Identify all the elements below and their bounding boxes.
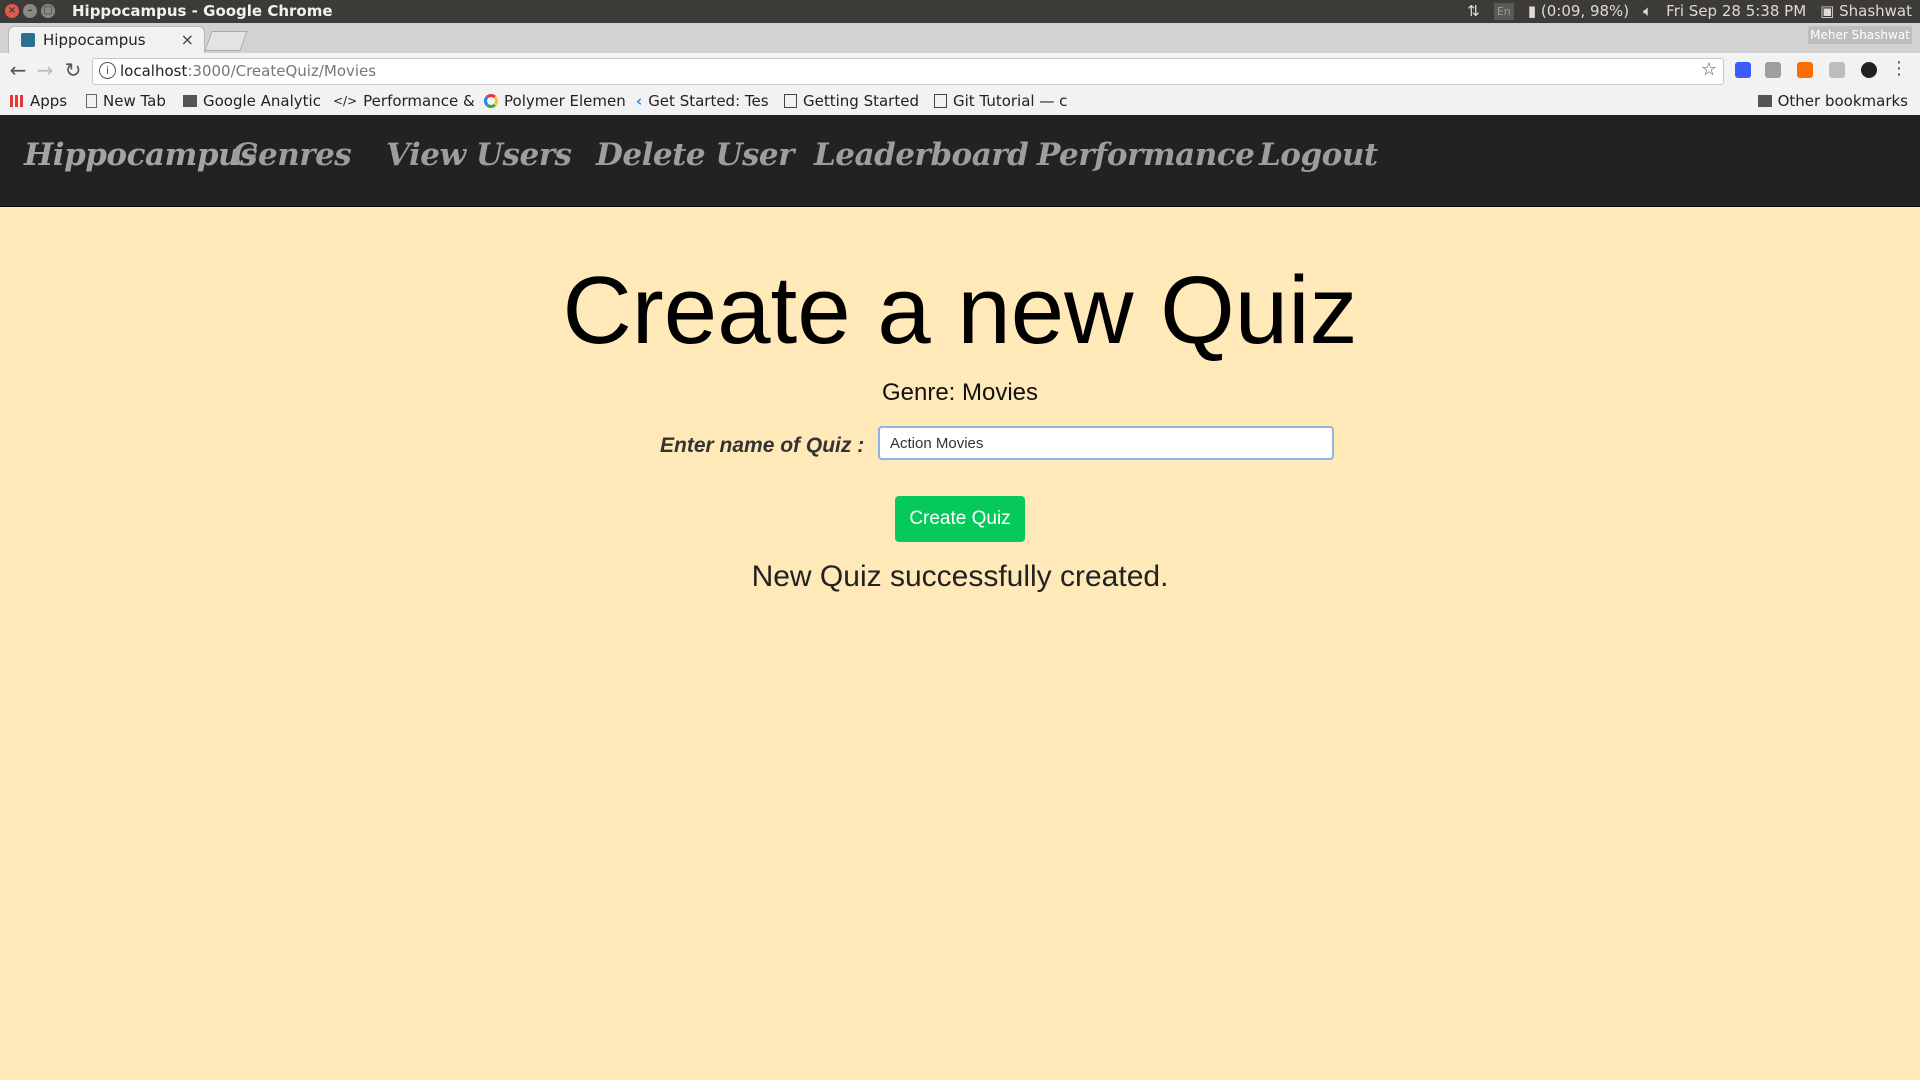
bookmark-label: New Tab bbox=[103, 92, 166, 110]
window-controls: × – □ bbox=[5, 4, 55, 18]
nav-genres[interactable]: Genres bbox=[232, 137, 352, 173]
url-host: localhost bbox=[120, 62, 188, 80]
nav-leaderboard[interactable]: Leaderboard bbox=[814, 137, 1029, 173]
bookmark-apps[interactable]: Apps bbox=[10, 92, 67, 110]
bookmark-label: Polymer Elemen bbox=[504, 92, 626, 110]
browser-toolbar: ← → ↻ i localhost:3000/CreateQuiz/Movies… bbox=[0, 53, 1920, 88]
volume-icon[interactable]: 🔈︎ bbox=[1643, 2, 1652, 20]
nav-brand-hippocampus[interactable]: Hippocampus bbox=[24, 137, 258, 173]
extension-metrics-icon[interactable] bbox=[1797, 62, 1813, 78]
tab-hippocampus[interactable]: Hippocampus × bbox=[8, 26, 205, 54]
code-icon: </> bbox=[333, 94, 358, 108]
user-name: Shashwat bbox=[1839, 2, 1912, 20]
bookmark-git-tutorial[interactable]: Git Tutorial — c bbox=[934, 92, 1067, 110]
folder-icon bbox=[1757, 95, 1772, 107]
network-icon[interactable]: ⇅ bbox=[1467, 2, 1480, 20]
chrome-menu-icon[interactable]: ⋮ bbox=[1890, 58, 1908, 79]
document-icon bbox=[934, 94, 947, 108]
bookmark-label: Git Tutorial — c bbox=[953, 92, 1068, 110]
bookmark-getting-started[interactable]: Getting Started bbox=[784, 92, 919, 110]
quiz-name-label: Enter name of Quiz : bbox=[660, 434, 865, 457]
info-icon[interactable]: i bbox=[99, 62, 116, 79]
bookmark-label: Get Started: Tes bbox=[648, 92, 769, 110]
tab-close-icon[interactable]: × bbox=[181, 30, 194, 49]
bookmark-label: Apps bbox=[30, 92, 68, 110]
quiz-name-input[interactable] bbox=[878, 426, 1334, 460]
site-favicon-icon bbox=[21, 33, 35, 47]
nav-delete-user[interactable]: Delete User bbox=[596, 137, 794, 173]
bookmark-label: Performance & bbox=[363, 92, 475, 110]
bookmark-label: Other bookmarks bbox=[1777, 92, 1908, 110]
bookmark-get-started[interactable]: ‹ Get Started: Tes bbox=[636, 92, 769, 110]
window-title: Hippocampus - Google Chrome bbox=[72, 2, 333, 20]
back-arrow-icon[interactable]: ← bbox=[6, 58, 30, 82]
bookmark-new-tab[interactable]: New Tab bbox=[86, 92, 166, 110]
page-title: Create a new Quiz bbox=[562, 257, 1358, 364]
os-top-bar: × – □ Hippocampus - Google Chrome ⇅ En ▮… bbox=[0, 0, 1920, 23]
bookmark-performance[interactable]: </> Performance & bbox=[333, 92, 475, 110]
extension-translate-icon[interactable] bbox=[1735, 62, 1751, 78]
profile-button[interactable]: Meher Shashwat bbox=[1808, 26, 1912, 44]
bookmark-label: Google Analytic bbox=[203, 92, 321, 110]
battery-status: (0:09, 98%) bbox=[1540, 2, 1630, 20]
success-message: New Quiz successfully created. bbox=[751, 560, 1169, 593]
bookmark-label: Getting Started bbox=[803, 92, 919, 110]
bookmark-star-icon[interactable]: ☆ bbox=[1701, 59, 1717, 80]
genre-label: Genre: Movies bbox=[881, 379, 1039, 406]
bookmarks-bar: Apps New Tab Google Analytic </> Perform… bbox=[0, 88, 1920, 116]
reload-icon[interactable]: ↻ bbox=[61, 58, 85, 82]
bookmark-other[interactable]: Other bookmarks bbox=[1757, 92, 1908, 110]
user-menu[interactable]: ▣ Shashwat bbox=[1820, 2, 1912, 20]
new-tab-button[interactable] bbox=[204, 31, 248, 51]
nav-view-users[interactable]: View Users bbox=[386, 137, 572, 173]
flutter-icon: ‹ bbox=[636, 92, 643, 110]
nav-logout[interactable]: Logout bbox=[1259, 137, 1378, 173]
clock[interactable]: Fri Sep 28 5:38 PM bbox=[1666, 2, 1806, 20]
apps-grid-icon bbox=[10, 95, 24, 107]
bookmark-google-analytics[interactable]: Google Analytic bbox=[183, 92, 321, 110]
forward-arrow-icon[interactable]: → bbox=[33, 58, 57, 82]
battery-icon: ▮ bbox=[1527, 2, 1537, 20]
address-bar[interactable]: i localhost:3000/CreateQuiz/Movies ☆ bbox=[92, 58, 1724, 85]
url-text: localhost:3000/CreateQuiz/Movies bbox=[120, 62, 376, 80]
site-navbar: Hippocampus Genres View Users Delete Use… bbox=[0, 115, 1920, 207]
url-path: :3000/CreateQuiz/Movies bbox=[187, 62, 377, 80]
create-quiz-button[interactable]: Create Quiz bbox=[895, 496, 1025, 542]
tab-strip: Hippocampus × Meher Shashwat bbox=[0, 23, 1920, 54]
close-window-icon[interactable]: × bbox=[5, 4, 19, 18]
extension-react-icon[interactable] bbox=[1861, 62, 1877, 78]
tab-title: Hippocampus bbox=[43, 31, 146, 49]
minimize-window-icon[interactable]: – bbox=[23, 4, 37, 18]
nav-performance[interactable]: Performance bbox=[1037, 137, 1255, 173]
extension-download-icon[interactable] bbox=[1829, 62, 1845, 78]
battery-indicator[interactable]: ▮ (0:09, 98%) bbox=[1528, 2, 1629, 20]
extension-icon[interactable] bbox=[1765, 62, 1781, 78]
user-icon: ▣ bbox=[1820, 2, 1835, 20]
folder-icon bbox=[183, 95, 197, 107]
page-icon bbox=[86, 94, 97, 108]
keyboard-layout-indicator[interactable]: En bbox=[1493, 2, 1514, 20]
bookmark-polymer[interactable]: Polymer Elemen bbox=[484, 92, 626, 110]
maximize-window-icon[interactable]: □ bbox=[41, 4, 55, 18]
polymer-icon bbox=[484, 94, 498, 108]
document-icon bbox=[784, 94, 797, 108]
system-indicators: ⇅ En ▮ (0:09, 98%) 🔈︎ Fri Sep 28 5:38 PM… bbox=[1467, 2, 1912, 20]
